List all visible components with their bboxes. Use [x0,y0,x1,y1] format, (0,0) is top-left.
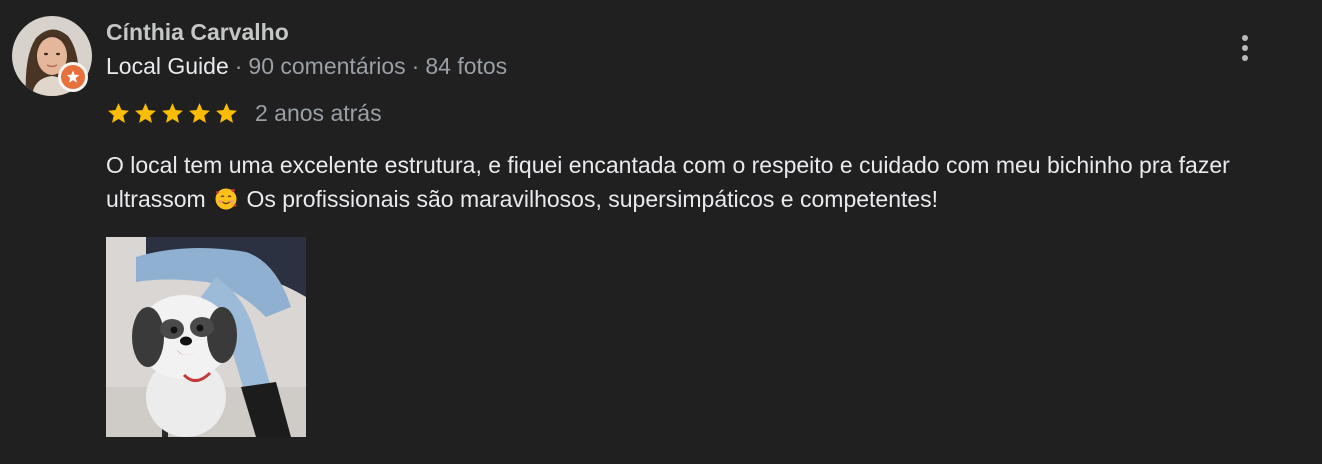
smiling-face-with-hearts-icon [215,188,237,210]
separator: · [234,53,243,79]
review-text: O local tem uma excelente estrutura, e f… [106,148,1306,216]
review-card: Cínthia Carvalho Local Guide · 90 comentár… [0,0,1322,464]
star-icon [135,102,156,123]
more-vertical-icon [1242,35,1248,41]
local-guide-label: Local Guide [106,53,229,79]
dog-photo-image [106,237,306,437]
local-guide-badge-icon [58,62,88,92]
star-icon [108,102,129,123]
rating-row: 2 anos atrás [106,98,382,128]
star-rating [106,101,239,126]
more-options-button[interactable] [1228,30,1262,66]
more-vertical-icon-dot [1242,55,1248,61]
avatar[interactable] [12,16,92,96]
star-icon [216,102,237,123]
review-photo[interactable] [106,237,306,437]
star-icon [162,102,183,123]
star-icon [189,102,210,123]
photos-count: 84 fotos [425,53,508,79]
more-vertical-icon-dot [1242,45,1248,51]
author-name[interactable]: Cínthia Carvalho [106,18,289,46]
reviews-count: 90 comentários [248,53,406,79]
separator: · [411,53,420,79]
review-text-part2: Os profissionais são maravilhosos, super… [246,186,939,212]
author-meta: Local Guide · 90 comentários · 84 fotos [106,52,507,80]
review-time: 2 anos atrás [255,100,382,126]
